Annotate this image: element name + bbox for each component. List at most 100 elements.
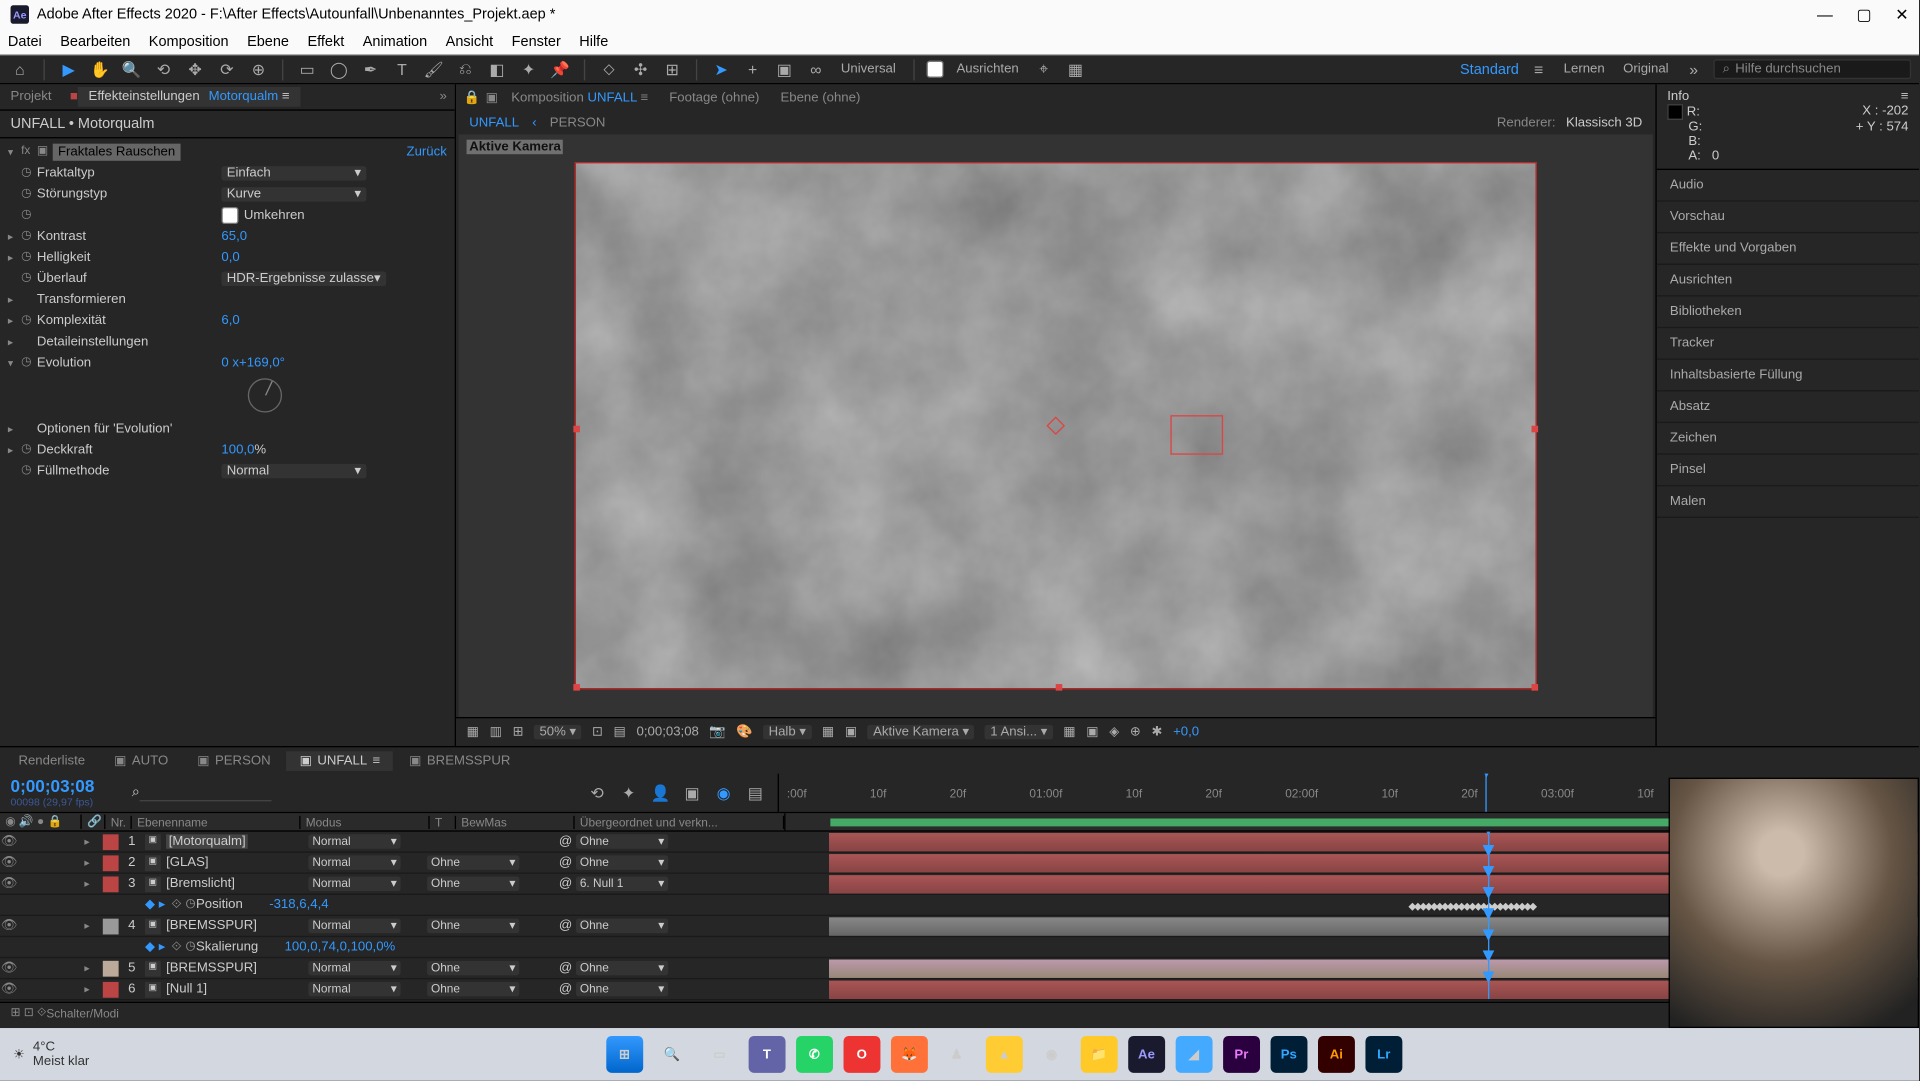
text-tool-icon[interactable]: T <box>390 57 414 81</box>
eraser-tool-icon[interactable]: ◧ <box>485 57 509 81</box>
photoshop-icon[interactable]: Ps <box>1270 1036 1307 1073</box>
stamp-tool-icon[interactable]: ⎌ <box>453 57 477 81</box>
parent-dropdown[interactable]: Ohne▾ <box>576 982 668 996</box>
obs-icon[interactable]: ◉ <box>1033 1036 1070 1073</box>
minimize-button[interactable]: — <box>1817 5 1833 23</box>
stopwatch-icon[interactable]: ◷ <box>21 207 37 223</box>
reset-link[interactable]: Zurück <box>407 144 447 158</box>
close-button[interactable]: ✕ <box>1895 5 1908 23</box>
label-color[interactable] <box>103 876 119 892</box>
tab-renderliste[interactable]: Renderliste <box>5 751 98 771</box>
label-color[interactable] <box>103 834 119 850</box>
pickwhip-icon[interactable]: @ <box>559 919 572 933</box>
mask-icon[interactable]: ▥ <box>490 725 502 739</box>
visibility-icon[interactable]: 👁 <box>0 876 18 890</box>
layer-row[interactable]: 👁 ▸ 2 ▣ [GLAS] Normal▾ Ohne▾ @ Ohne▾ <box>0 853 1919 874</box>
parent-dropdown[interactable]: Ohne▾ <box>576 855 668 869</box>
panel-vorschau[interactable]: Vorschau <box>1657 202 1919 234</box>
panel-effekte[interactable]: Effekte und Vorgaben <box>1657 233 1919 265</box>
res-icon[interactable]: ⊡ <box>592 725 603 739</box>
panel-zeichen[interactable]: Zeichen <box>1657 423 1919 455</box>
mode-dropdown[interactable]: Normal▾ <box>308 834 400 848</box>
twirl-icon[interactable]: ▸ <box>8 422 21 434</box>
mode-dropdown[interactable]: Normal▾ <box>308 919 400 933</box>
layer-icon[interactable]: ▣ <box>772 57 796 81</box>
twirl-icon[interactable]: ▸ <box>8 293 21 305</box>
link-icon[interactable]: ∞ <box>804 57 828 81</box>
lock-icon[interactable]: 🔒 <box>464 90 480 104</box>
twirl-icon[interactable]: ▸ <box>8 314 21 326</box>
visibility-icon[interactable]: 👁 <box>0 834 18 848</box>
tl-btn1-icon[interactable]: ⟲ <box>585 781 609 805</box>
lightroom-icon[interactable]: Lr <box>1365 1036 1402 1073</box>
workspace-original[interactable]: Original <box>1623 62 1668 76</box>
panel-menu-icon[interactable]: ≡ <box>1901 90 1909 104</box>
panel-pinsel[interactable]: Pinsel <box>1657 455 1919 487</box>
roto-tool-icon[interactable]: ✦ <box>517 57 541 81</box>
label-color[interactable] <box>103 918 119 934</box>
panel-absatz[interactable]: Absatz <box>1657 391 1919 423</box>
view-axis-icon[interactable]: ⊞ <box>660 57 684 81</box>
handle-left[interactable] <box>573 426 580 433</box>
taskview-icon[interactable]: ▭ <box>701 1036 738 1073</box>
visibility-icon[interactable]: 👁 <box>0 855 18 869</box>
trkmat-dropdown[interactable]: Ohne▾ <box>427 855 519 869</box>
pickwhip-icon[interactable]: @ <box>559 961 572 975</box>
tab-komposition[interactable]: Komposition UNFALL ≡ <box>503 88 656 108</box>
handle-bottom[interactable] <box>1056 684 1063 691</box>
shy-icon[interactable]: 👤 <box>648 781 672 805</box>
layer-row[interactable]: 👁 ▸ 1 ▣ [Motorqualm] Normal▾ @ Ohne▾ <box>0 832 1919 853</box>
maximize-button[interactable]: ▢ <box>1857 5 1872 23</box>
plus-icon[interactable]: + <box>741 57 765 81</box>
tab-unfall[interactable]: ▣ UNFALL ≡ <box>286 751 393 771</box>
effect-name[interactable]: Fraktales Rauschen <box>53 143 181 160</box>
workspace-lernen[interactable]: Lernen <box>1564 62 1605 76</box>
mode-dropdown[interactable]: Normal▾ <box>308 961 400 975</box>
resolution-dropdown[interactable]: Halb ▾ <box>763 725 811 739</box>
weather-widget[interactable]: ☀ 4°CMeist klar <box>13 1040 89 1069</box>
handle-bl[interactable] <box>573 684 580 691</box>
stopwatch-icon[interactable]: ◷ <box>21 270 37 286</box>
pen-tool-icon[interactable]: ✒ <box>358 57 382 81</box>
anchor-tool-icon[interactable]: ⊕ <box>246 57 270 81</box>
v3-icon[interactable]: ◈ <box>1109 725 1119 739</box>
premiere-icon[interactable]: Pr <box>1223 1036 1260 1073</box>
explorer-icon[interactable]: 📁 <box>1081 1036 1118 1073</box>
twirl-icon[interactable]: ▸ <box>8 444 21 456</box>
firefox-icon[interactable]: 🦊 <box>891 1036 928 1073</box>
world-axis-icon[interactable]: ✣ <box>629 57 653 81</box>
parent-dropdown[interactable]: Ohne▾ <box>576 961 668 975</box>
stopwatch-icon[interactable]: ◷ <box>21 228 37 244</box>
viewer-time[interactable]: 0;00;03;08 <box>637 725 699 739</box>
menu-ansicht[interactable]: Ansicht <box>446 34 494 50</box>
arrow-icon[interactable]: ➤ <box>709 57 733 81</box>
puppet-tool-icon[interactable]: 📌 <box>548 57 572 81</box>
fraktaltyp-dropdown[interactable]: Einfach▾ <box>221 165 366 179</box>
trkmat-dropdown[interactable]: Ohne▾ <box>427 919 519 933</box>
pickwhip-icon[interactable]: @ <box>559 855 572 869</box>
snapshot-icon[interactable]: 📷 <box>709 725 725 739</box>
workspace-more-icon[interactable]: » <box>1682 57 1706 81</box>
tl-btn3-icon[interactable]: ▣ <box>680 781 704 805</box>
mode-dropdown[interactable]: Normal▾ <box>308 855 400 869</box>
pickwhip-icon[interactable]: @ <box>559 982 572 996</box>
menu-effekt[interactable]: Effekt <box>307 34 344 50</box>
hand-tool-icon[interactable]: ✋ <box>88 57 112 81</box>
menu-fenster[interactable]: Fenster <box>512 34 561 50</box>
trkmat-dropdown[interactable]: Ohne▾ <box>427 982 519 996</box>
stopwatch-icon[interactable]: ◷ <box>21 249 37 265</box>
schalter-modi-button[interactable]: Schalter/Modi <box>46 1006 119 1019</box>
kontrast-value[interactable]: 65,0 <box>221 229 247 243</box>
menu-hilfe[interactable]: Hilfe <box>579 34 608 50</box>
zoom-dropdown[interactable]: 50% ▾ <box>534 725 581 739</box>
teams-icon[interactable]: T <box>748 1036 785 1073</box>
panel-audio[interactable]: Audio <box>1657 170 1919 202</box>
tab-projekt[interactable]: Projekt <box>0 87 62 107</box>
visibility-icon[interactable]: 👁 <box>0 961 18 975</box>
layer-row[interactable]: 👁 ▸ 6 ▣ [Null 1] Normal▾ Ohne▾ @ Ohne▾ <box>0 979 1919 1000</box>
snap-icon[interactable]: ⌖ <box>1032 57 1056 81</box>
graph-icon[interactable]: ▤ <box>743 781 767 805</box>
panel-ausrichten[interactable]: Ausrichten <box>1657 265 1919 297</box>
opera-icon[interactable]: O <box>843 1036 880 1073</box>
move-tool-icon[interactable]: ✥ <box>183 57 207 81</box>
